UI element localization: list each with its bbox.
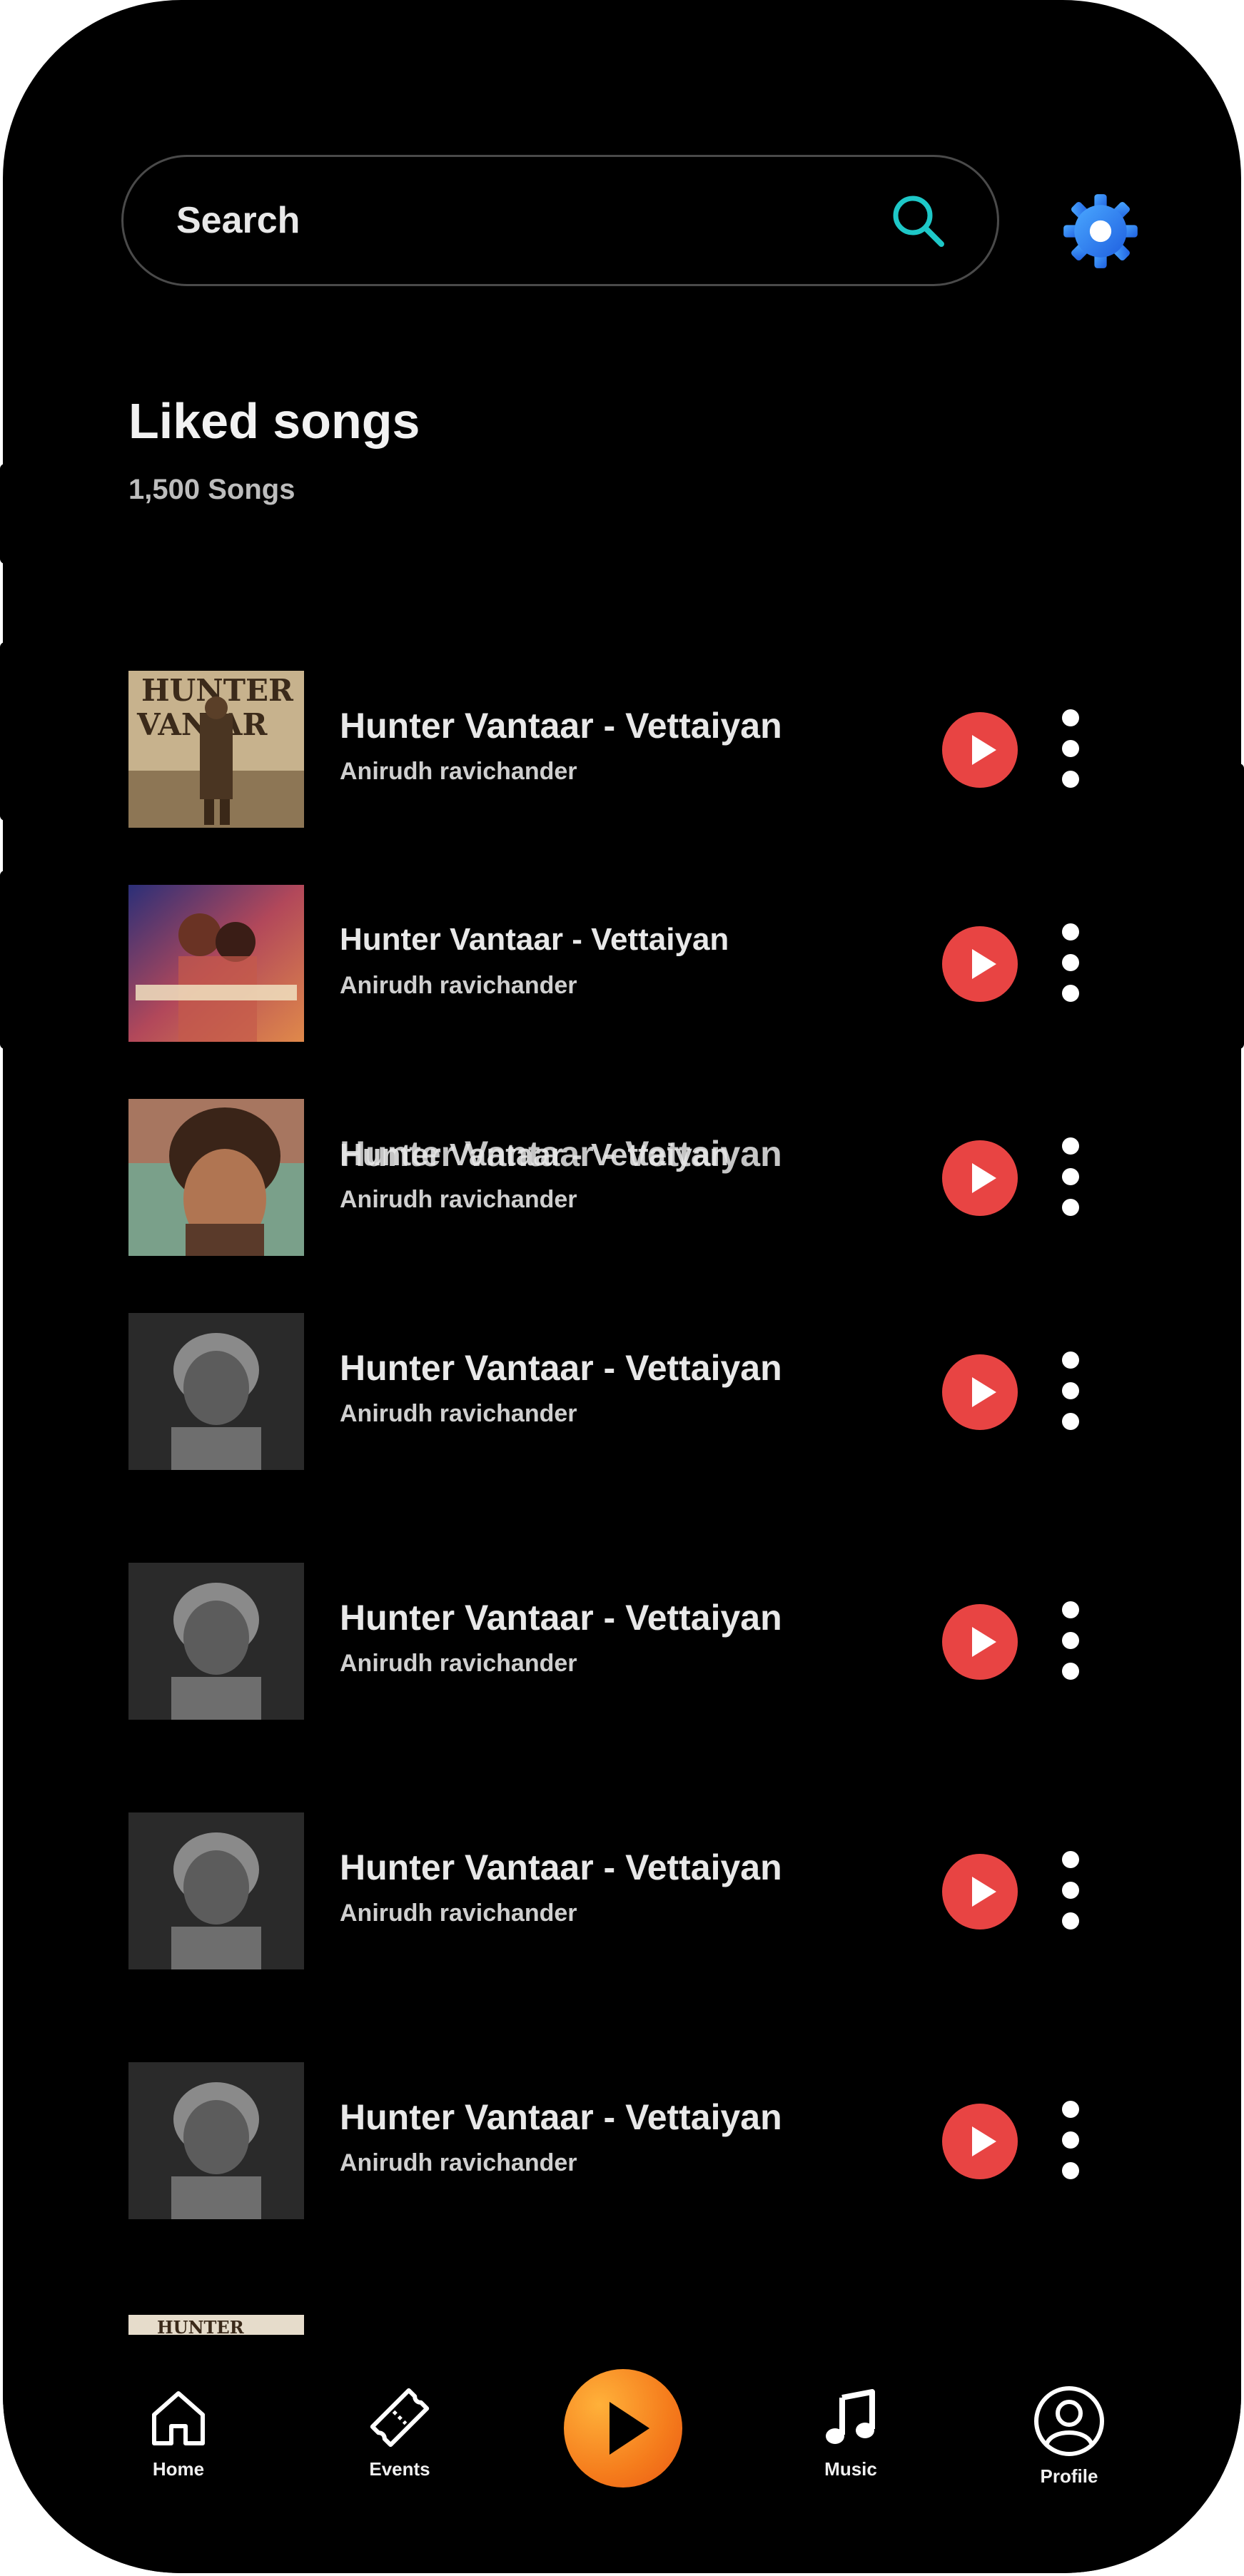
album-cover-partial: HUNTER: [128, 2315, 304, 2335]
play-button[interactable]: [942, 926, 1018, 1002]
song-row[interactable]: HUNTER VAN AR Hunter Vantaar - Vettaiyan…: [128, 671, 1142, 828]
play-icon: [972, 1627, 996, 1657]
album-cover: [128, 1812, 304, 1969]
more-options-button[interactable]: [1053, 923, 1088, 1002]
phone-screen: Liked songs 1,500 Songs HUNTER VAN AR Hu…: [3, 0, 1241, 2573]
more-options-button[interactable]: [1053, 1352, 1088, 1430]
song-title: Hunter Vantaar - Vettaiyan: [340, 1847, 782, 1887]
album-cover: [128, 1099, 304, 1256]
song-artist: Anirudh ravichander: [340, 1650, 577, 1677]
play-icon: [610, 2402, 649, 2455]
song-artist: Anirudh ravichander: [340, 758, 577, 785]
album-cover: [128, 1563, 304, 1720]
play-button[interactable]: [942, 1854, 1018, 1930]
song-row[interactable]: Hunter Vantaar - Vettaiyan Anirudh ravic…: [128, 1313, 1142, 1470]
more-options-button[interactable]: [1053, 1137, 1088, 1216]
song-row[interactable]: Hunter Vantaar - Vettaiyan Anirudh ravic…: [128, 885, 1142, 1042]
play-button[interactable]: [942, 1140, 1018, 1216]
profile-icon: [1034, 2386, 1104, 2456]
song-artist: Anirudh ravichander: [340, 1186, 577, 1213]
play-button[interactable]: [942, 1604, 1018, 1680]
nav-play-button[interactable]: [564, 2369, 682, 2488]
song-artist: Anirudh ravichander: [340, 2149, 577, 2176]
album-cover: [128, 2062, 304, 2219]
more-options-button[interactable]: [1053, 1601, 1088, 1680]
nav-home-label: Home: [152, 2458, 205, 2480]
song-row[interactable]: Hunter Vantaar - Vettaiyan Hunter Vantaa…: [128, 1099, 1142, 1256]
song-title: Hunter Vantaar - Vettaiyan: [340, 922, 729, 957]
play-button[interactable]: [942, 712, 1018, 788]
side-button: [0, 464, 10, 564]
song-count: 1,500 Songs: [128, 474, 295, 505]
song-row[interactable]: Hunter Vantaar - Vettaiyan Anirudh ravic…: [128, 1563, 1142, 1720]
song-title: Hunter Vantaar - Vettaiyan: [340, 2097, 782, 2137]
play-icon: [972, 735, 996, 765]
song-artist: Anirudh ravichander: [340, 1400, 577, 1427]
more-options-button[interactable]: [1053, 2101, 1088, 2179]
side-button: [1234, 764, 1244, 1049]
search-bar[interactable]: [121, 155, 999, 286]
song-title: Hunter Vantaar - Vettaiyan: [340, 1348, 782, 1388]
play-button[interactable]: [942, 1354, 1018, 1430]
song-title: Hunter Vantaar - Vettaiyan: [340, 1598, 782, 1638]
nav-profile[interactable]: Profile: [1012, 2383, 1126, 2488]
side-button: [0, 642, 10, 821]
search-input[interactable]: [175, 198, 889, 243]
music-note-icon: [826, 2389, 875, 2444]
play-icon: [972, 1163, 996, 1193]
album-cover: [128, 885, 304, 1042]
search-icon[interactable]: [889, 191, 947, 250]
song-title: Hunter Vantaar - Vettaiyan: [340, 1137, 729, 1172]
nav-home[interactable]: Home: [121, 2383, 236, 2480]
play-icon: [972, 1377, 996, 1407]
ticket-icon: [370, 2388, 430, 2448]
gear-icon[interactable]: [1062, 193, 1139, 270]
album-cover: HUNTER VAN AR: [128, 671, 304, 828]
more-options-button[interactable]: [1053, 709, 1088, 788]
page-title: Liked songs: [128, 393, 420, 449]
side-button: [0, 871, 10, 1049]
svg-text:HUNTER: HUNTER: [157, 2317, 245, 2335]
more-options-button[interactable]: [1053, 1851, 1088, 1930]
album-cover: [128, 1313, 304, 1470]
song-row[interactable]: Hunter Vantaar - Vettaiyan Anirudh ravic…: [128, 1812, 1142, 1969]
play-button[interactable]: [942, 2104, 1018, 2179]
song-title: Hunter Vantaar - Vettaiyan: [340, 706, 782, 746]
home-icon: [152, 2391, 205, 2445]
play-icon: [972, 1877, 996, 1907]
song-artist: Anirudh ravichander: [340, 972, 577, 999]
play-icon: [972, 2126, 996, 2156]
song-artist: Anirudh ravichander: [340, 1900, 577, 1927]
nav-events[interactable]: Events: [343, 2383, 457, 2480]
nav-music[interactable]: Music: [794, 2383, 908, 2480]
nav-music-label: Music: [824, 2458, 877, 2480]
nav-profile-label: Profile: [1040, 2465, 1098, 2487]
song-row[interactable]: Hunter Vantaar - Vettaiyan Anirudh ravic…: [128, 2062, 1142, 2219]
bottom-nav: Home Events Music Profile: [3, 2341, 1241, 2573]
play-icon: [972, 949, 996, 979]
nav-events-label: Events: [369, 2458, 430, 2480]
